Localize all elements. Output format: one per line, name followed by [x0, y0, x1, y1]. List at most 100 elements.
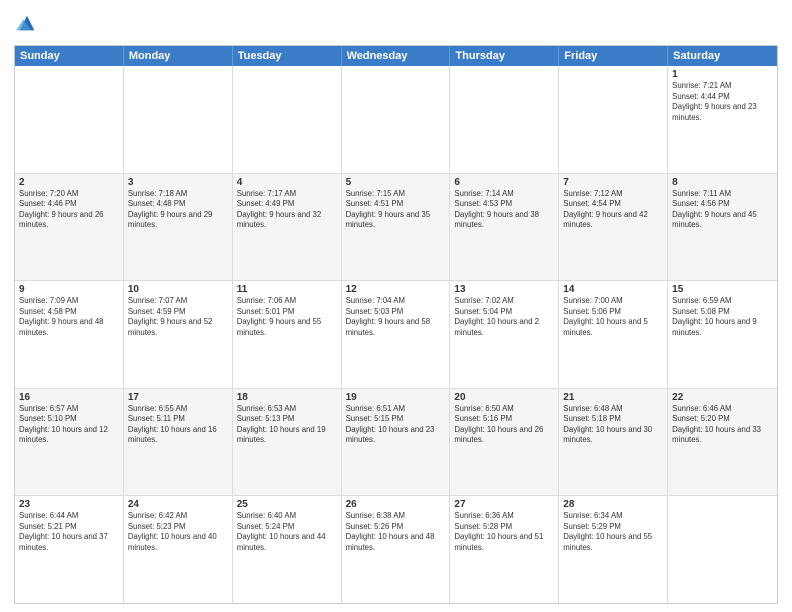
day-info: Sunrise: 7:21 AM Sunset: 4:44 PM Dayligh… — [672, 81, 773, 123]
calendar-week-0: 1Sunrise: 7:21 AM Sunset: 4:44 PM Daylig… — [15, 66, 777, 174]
day-number: 12 — [346, 284, 446, 295]
day-info: Sunrise: 6:38 AM Sunset: 5:26 PM Dayligh… — [346, 511, 446, 553]
calendar-cell: 1Sunrise: 7:21 AM Sunset: 4:44 PM Daylig… — [668, 66, 777, 173]
day-info: Sunrise: 7:17 AM Sunset: 4:49 PM Dayligh… — [237, 189, 337, 231]
day-number: 7 — [563, 177, 663, 188]
day-info: Sunrise: 7:06 AM Sunset: 5:01 PM Dayligh… — [237, 296, 337, 338]
calendar-cell: 7Sunrise: 7:12 AM Sunset: 4:54 PM Daylig… — [559, 174, 668, 281]
calendar-cell: 14Sunrise: 7:00 AM Sunset: 5:06 PM Dayli… — [559, 281, 668, 388]
calendar-cell: 23Sunrise: 6:44 AM Sunset: 5:21 PM Dayli… — [15, 496, 124, 603]
calendar-cell — [559, 66, 668, 173]
calendar-cell: 2Sunrise: 7:20 AM Sunset: 4:46 PM Daylig… — [15, 174, 124, 281]
calendar-week-1: 2Sunrise: 7:20 AM Sunset: 4:46 PM Daylig… — [15, 174, 777, 282]
calendar-cell: 5Sunrise: 7:15 AM Sunset: 4:51 PM Daylig… — [342, 174, 451, 281]
day-number: 16 — [19, 392, 119, 403]
calendar-cell — [668, 496, 777, 603]
calendar-cell — [450, 66, 559, 173]
day-info: Sunrise: 6:51 AM Sunset: 5:15 PM Dayligh… — [346, 404, 446, 446]
calendar-cell — [124, 66, 233, 173]
day-info: Sunrise: 7:09 AM Sunset: 4:58 PM Dayligh… — [19, 296, 119, 338]
calendar-cell: 4Sunrise: 7:17 AM Sunset: 4:49 PM Daylig… — [233, 174, 342, 281]
day-number: 3 — [128, 177, 228, 188]
day-info: Sunrise: 7:12 AM Sunset: 4:54 PM Dayligh… — [563, 189, 663, 231]
calendar: SundayMondayTuesdayWednesdayThursdayFrid… — [14, 45, 778, 604]
calendar-week-4: 23Sunrise: 6:44 AM Sunset: 5:21 PM Dayli… — [15, 496, 777, 603]
header-day-thursday: Thursday — [450, 46, 559, 66]
day-info: Sunrise: 6:48 AM Sunset: 5:18 PM Dayligh… — [563, 404, 663, 446]
day-number: 5 — [346, 177, 446, 188]
calendar-cell: 10Sunrise: 7:07 AM Sunset: 4:59 PM Dayli… — [124, 281, 233, 388]
day-number: 20 — [454, 392, 554, 403]
calendar-cell — [233, 66, 342, 173]
day-number: 27 — [454, 499, 554, 510]
day-info: Sunrise: 6:36 AM Sunset: 5:28 PM Dayligh… — [454, 511, 554, 553]
day-info: Sunrise: 7:20 AM Sunset: 4:46 PM Dayligh… — [19, 189, 119, 231]
calendar-cell: 6Sunrise: 7:14 AM Sunset: 4:53 PM Daylig… — [450, 174, 559, 281]
day-number: 24 — [128, 499, 228, 510]
header-day-wednesday: Wednesday — [342, 46, 451, 66]
calendar-week-2: 9Sunrise: 7:09 AM Sunset: 4:58 PM Daylig… — [15, 281, 777, 389]
day-number: 21 — [563, 392, 663, 403]
calendar-header-row: SundayMondayTuesdayWednesdayThursdayFrid… — [15, 46, 777, 66]
day-number: 23 — [19, 499, 119, 510]
day-info: Sunrise: 6:50 AM Sunset: 5:16 PM Dayligh… — [454, 404, 554, 446]
calendar-cell: 18Sunrise: 6:53 AM Sunset: 5:13 PM Dayli… — [233, 389, 342, 496]
logo — [14, 12, 38, 39]
calendar-week-3: 16Sunrise: 6:57 AM Sunset: 5:10 PM Dayli… — [15, 389, 777, 497]
day-number: 25 — [237, 499, 337, 510]
calendar-cell: 3Sunrise: 7:18 AM Sunset: 4:48 PM Daylig… — [124, 174, 233, 281]
day-info: Sunrise: 6:44 AM Sunset: 5:21 PM Dayligh… — [19, 511, 119, 553]
header-day-monday: Monday — [124, 46, 233, 66]
day-info: Sunrise: 7:04 AM Sunset: 5:03 PM Dayligh… — [346, 296, 446, 338]
day-info: Sunrise: 6:57 AM Sunset: 5:10 PM Dayligh… — [19, 404, 119, 446]
calendar-cell: 12Sunrise: 7:04 AM Sunset: 5:03 PM Dayli… — [342, 281, 451, 388]
day-number: 26 — [346, 499, 446, 510]
calendar-cell — [15, 66, 124, 173]
day-number: 22 — [672, 392, 773, 403]
day-info: Sunrise: 6:40 AM Sunset: 5:24 PM Dayligh… — [237, 511, 337, 553]
calendar-cell: 11Sunrise: 7:06 AM Sunset: 5:01 PM Dayli… — [233, 281, 342, 388]
day-number: 18 — [237, 392, 337, 403]
day-info: Sunrise: 6:59 AM Sunset: 5:08 PM Dayligh… — [672, 296, 773, 338]
day-number: 17 — [128, 392, 228, 403]
day-info: Sunrise: 7:11 AM Sunset: 4:56 PM Dayligh… — [672, 189, 773, 231]
header — [14, 12, 778, 39]
day-number: 13 — [454, 284, 554, 295]
calendar-cell: 24Sunrise: 6:42 AM Sunset: 5:23 PM Dayli… — [124, 496, 233, 603]
day-number: 28 — [563, 499, 663, 510]
day-info: Sunrise: 7:14 AM Sunset: 4:53 PM Dayligh… — [454, 189, 554, 231]
day-number: 4 — [237, 177, 337, 188]
day-info: Sunrise: 6:53 AM Sunset: 5:13 PM Dayligh… — [237, 404, 337, 446]
day-number: 15 — [672, 284, 773, 295]
day-number: 8 — [672, 177, 773, 188]
day-number: 11 — [237, 284, 337, 295]
calendar-cell: 8Sunrise: 7:11 AM Sunset: 4:56 PM Daylig… — [668, 174, 777, 281]
header-day-saturday: Saturday — [668, 46, 777, 66]
day-info: Sunrise: 6:46 AM Sunset: 5:20 PM Dayligh… — [672, 404, 773, 446]
header-day-sunday: Sunday — [15, 46, 124, 66]
day-info: Sunrise: 7:07 AM Sunset: 4:59 PM Dayligh… — [128, 296, 228, 338]
calendar-cell: 13Sunrise: 7:02 AM Sunset: 5:04 PM Dayli… — [450, 281, 559, 388]
day-number: 9 — [19, 284, 119, 295]
day-info: Sunrise: 6:34 AM Sunset: 5:29 PM Dayligh… — [563, 511, 663, 553]
calendar-cell: 17Sunrise: 6:55 AM Sunset: 5:11 PM Dayli… — [124, 389, 233, 496]
day-info: Sunrise: 7:15 AM Sunset: 4:51 PM Dayligh… — [346, 189, 446, 231]
header-day-friday: Friday — [559, 46, 668, 66]
day-number: 2 — [19, 177, 119, 188]
logo-icon — [16, 12, 38, 34]
calendar-cell: 19Sunrise: 6:51 AM Sunset: 5:15 PM Dayli… — [342, 389, 451, 496]
day-number: 1 — [672, 69, 773, 80]
day-info: Sunrise: 7:18 AM Sunset: 4:48 PM Dayligh… — [128, 189, 228, 231]
calendar-body: 1Sunrise: 7:21 AM Sunset: 4:44 PM Daylig… — [15, 66, 777, 603]
calendar-cell: 9Sunrise: 7:09 AM Sunset: 4:58 PM Daylig… — [15, 281, 124, 388]
calendar-cell: 25Sunrise: 6:40 AM Sunset: 5:24 PM Dayli… — [233, 496, 342, 603]
page: SundayMondayTuesdayWednesdayThursdayFrid… — [0, 0, 792, 612]
calendar-cell: 20Sunrise: 6:50 AM Sunset: 5:16 PM Dayli… — [450, 389, 559, 496]
calendar-cell — [342, 66, 451, 173]
day-number: 10 — [128, 284, 228, 295]
calendar-cell: 22Sunrise: 6:46 AM Sunset: 5:20 PM Dayli… — [668, 389, 777, 496]
day-info: Sunrise: 6:55 AM Sunset: 5:11 PM Dayligh… — [128, 404, 228, 446]
day-info: Sunrise: 6:42 AM Sunset: 5:23 PM Dayligh… — [128, 511, 228, 553]
calendar-cell: 26Sunrise: 6:38 AM Sunset: 5:26 PM Dayli… — [342, 496, 451, 603]
calendar-cell: 28Sunrise: 6:34 AM Sunset: 5:29 PM Dayli… — [559, 496, 668, 603]
